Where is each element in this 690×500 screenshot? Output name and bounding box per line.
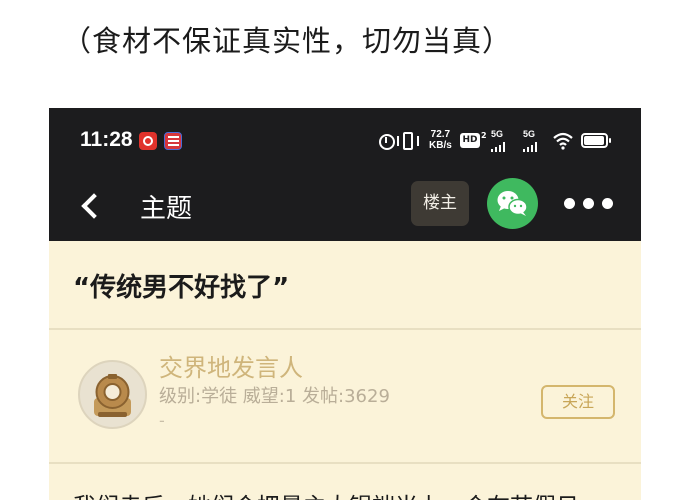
diver-helmet-avatar-icon: [94, 374, 131, 417]
image-caption: （食材不保证真实性，切勿当真）: [62, 24, 513, 58]
navigation-bar: 主题 楼主: [49, 170, 641, 241]
author-card: 交界地发言人 级别:学徒 威望:1 发帖:3629 - 关注: [49, 330, 641, 462]
signal-2-bars-icon: [523, 142, 537, 152]
signal-2-label: 5G: [523, 129, 536, 139]
network-speed-unit: KB/s: [429, 140, 452, 151]
status-time: 11:28: [80, 128, 133, 151]
hd-voice-icon: HD: [460, 133, 480, 148]
netease-music-icon: [139, 132, 157, 150]
wechat-icon: [497, 191, 528, 216]
more-options-button[interactable]: [564, 195, 614, 211]
battery-icon: [581, 133, 611, 148]
signal-1-bars-icon: [491, 142, 505, 152]
author-name[interactable]: 交界地发言人: [159, 348, 303, 383]
signal-1-label: 5G: [491, 129, 504, 139]
vibrate-icon: [397, 132, 419, 150]
post-text: 我们走后，她们会把最主大锅端当上，会在节假日: [73, 487, 579, 500]
phone-screen: 11:28 72.7 KB/s HD 2 5G 5G 主题 楼主 “传统男不好找…: [49, 108, 641, 500]
network-speed-value: 72.7: [430, 129, 451, 140]
alarm-icon: [379, 134, 395, 150]
hd-sim-index: 2: [481, 131, 487, 140]
thread-header: “传统男不好找了”: [49, 241, 641, 328]
network-speed: 72.7 KB/s: [429, 129, 452, 151]
wechat-share-button[interactable]: [487, 178, 538, 229]
thread-title: “传统男不好找了”: [73, 273, 290, 303]
news-app-icon: [164, 132, 182, 150]
page-title: 主题: [140, 194, 193, 224]
avatar[interactable]: [78, 360, 147, 429]
wifi-icon: [553, 132, 573, 150]
follow-button[interactable]: 关注: [541, 385, 615, 419]
author-stats: 级别:学徒 威望:1 发帖:3629: [159, 386, 390, 407]
thread-owner-button[interactable]: 楼主: [411, 181, 469, 226]
post-body: 我们走后，她们会把最主大锅端当上，会在节假日: [49, 464, 641, 500]
back-arrow-icon[interactable]: [79, 190, 101, 220]
status-bar: 11:28 72.7 KB/s HD 2 5G 5G: [49, 108, 641, 170]
author-signature: -: [159, 411, 165, 430]
